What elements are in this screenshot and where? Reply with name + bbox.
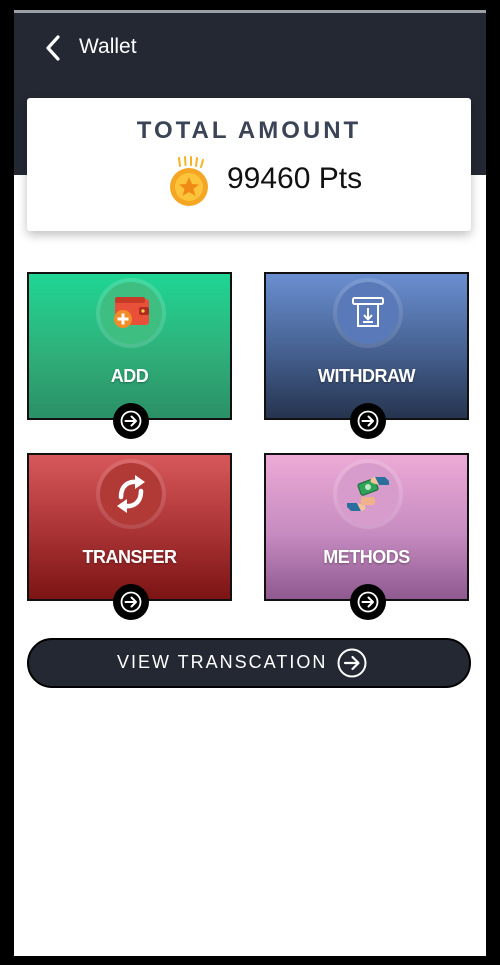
total-amount-value: 99460 Pts: [227, 162, 363, 195]
transfer-tile[interactable]: TRANSFER: [27, 453, 232, 620]
transfer-arrows-icon: [117, 475, 145, 513]
total-amount-card: TOTAL AMOUNT 99460 Pts: [27, 98, 471, 231]
wallet-screen: Wallet TOTAL AMOUNT 99460 Pts ADD WITHDR…: [14, 10, 486, 956]
chevron-left-icon: [46, 35, 60, 61]
arrow-right-circle-icon: [120, 591, 142, 613]
transfer-icon-circle: [100, 463, 162, 525]
arrow-right-circle-icon: [357, 410, 379, 432]
transfer-label: TRANSFER: [82, 547, 178, 567]
coin-star-icon: [170, 156, 208, 206]
methods-arrow-button[interactable]: [350, 584, 386, 620]
back-button[interactable]: [36, 31, 70, 65]
arrow-right-circle-icon: [337, 648, 367, 678]
wallet-plus-icon: [114, 297, 149, 328]
add-icon-circle: [100, 282, 162, 344]
arrow-right-circle-icon: [120, 410, 142, 432]
atm-withdraw-icon: [352, 297, 384, 327]
money-hands-icon: [347, 477, 389, 511]
view-transaction-button[interactable]: VIEW TRANSCATION: [27, 638, 471, 688]
methods-label: METHODS: [323, 547, 410, 567]
add-tile[interactable]: ADD: [27, 272, 232, 439]
add-label: ADD: [110, 366, 149, 386]
transfer-arrow-button[interactable]: [113, 584, 149, 620]
methods-icon-circle: [337, 463, 399, 525]
withdraw-icon-circle: [337, 282, 399, 344]
withdraw-tile[interactable]: WITHDRAW: [264, 272, 469, 439]
withdraw-label: WITHDRAW: [318, 366, 415, 386]
arrow-right-circle-icon: [357, 591, 379, 613]
withdraw-arrow-button[interactable]: [350, 403, 386, 439]
add-arrow-button[interactable]: [113, 403, 149, 439]
total-amount-label: TOTAL AMOUNT: [136, 117, 362, 144]
view-transaction-label: VIEW TRANSCATION: [117, 652, 328, 672]
page-title: Wallet: [79, 35, 137, 58]
methods-tile[interactable]: METHODS: [264, 453, 469, 620]
